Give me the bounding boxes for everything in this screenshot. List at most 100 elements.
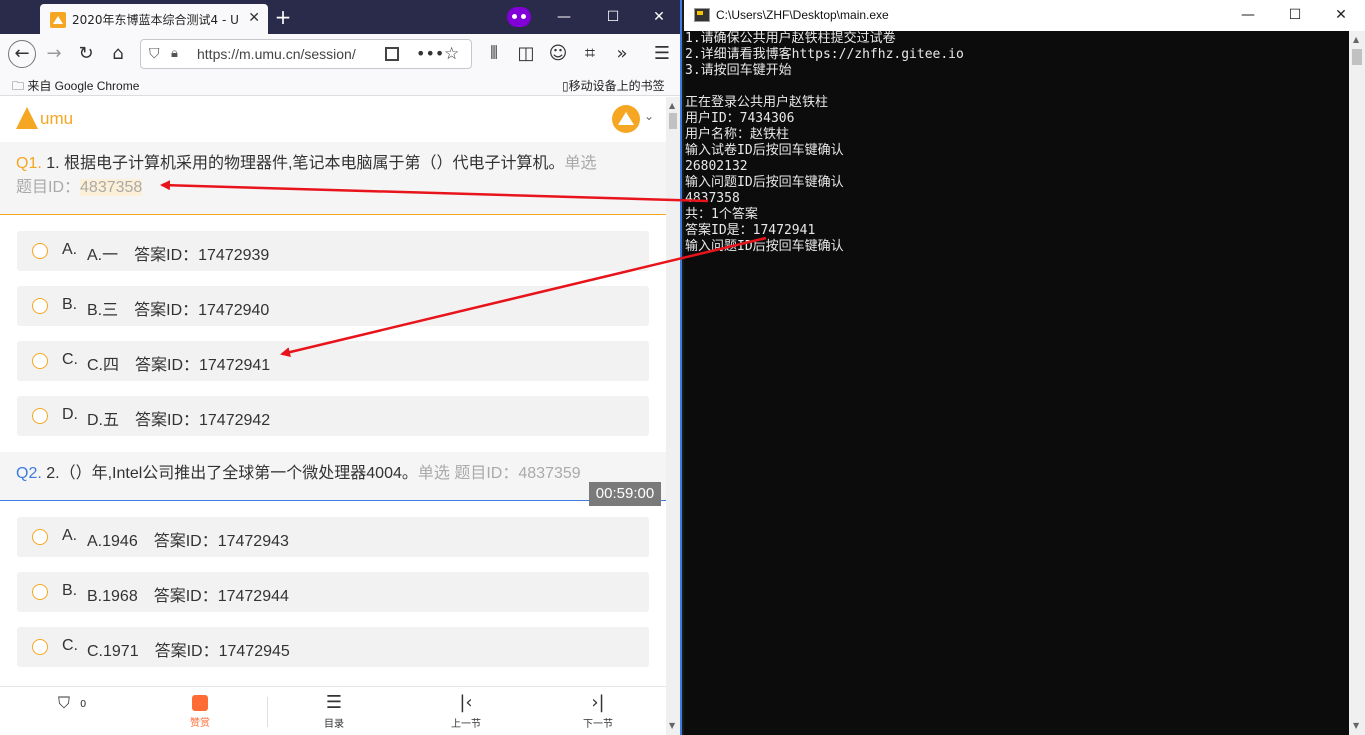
radio-button[interactable] xyxy=(32,243,48,259)
chevron-down-icon[interactable]: ⌄ xyxy=(644,109,654,123)
tab-strip: 2020年东博蓝本综合测试4 - U ✕ + — ☐ ✕ xyxy=(0,0,680,34)
shield-counter-button[interactable]: ⛉ 0 xyxy=(48,691,108,733)
option-letter: A. xyxy=(62,241,78,258)
scroll-down-icon[interactable]: ▼ xyxy=(669,721,675,730)
option-letter: A. xyxy=(62,527,78,544)
avatar[interactable] xyxy=(612,105,640,133)
answer-option[interactable]: A. A.1946 答案ID：17472943 xyxy=(17,517,649,557)
new-tab-button[interactable]: + xyxy=(272,6,294,28)
answer-option[interactable]: D. D.五 答案ID：17472942 xyxy=(17,396,649,436)
radio-button[interactable] xyxy=(32,639,48,655)
console-minimize-button[interactable]: — xyxy=(1238,5,1258,25)
console-title: C:\Users\ZHF\Desktop\main.exe xyxy=(716,8,889,22)
page-actions-icon[interactable]: ••• xyxy=(416,44,444,63)
option-letter: C. xyxy=(62,351,78,368)
browser-tab[interactable]: 2020年东博蓝本综合测试4 - U ✕ xyxy=(40,4,268,34)
browser-window: 2020年东博蓝本综合测试4 - U ✕ + — ☐ ✕ ← → ↻ ⌂ ⛉ 🔒… xyxy=(0,0,682,735)
countdown-timer: 00:59:00 xyxy=(589,482,661,506)
qr-code-icon[interactable] xyxy=(385,47,399,61)
skip-previous-icon: |‹ xyxy=(459,692,473,713)
scrollbar-thumb[interactable] xyxy=(669,113,677,129)
account-icon[interactable]: ☺ xyxy=(546,42,570,66)
maximize-button[interactable]: ☐ xyxy=(603,7,623,27)
console-maximize-button[interactable]: ☐ xyxy=(1285,5,1305,25)
url-text[interactable]: https://m.umu.cn/session/ xyxy=(197,46,377,62)
screenshot-icon[interactable]: ⌗ xyxy=(578,42,602,66)
umu-logo-text: umu xyxy=(40,109,74,128)
option-text: C.四 答案ID：17472941 xyxy=(87,357,271,374)
scrollbar-thumb[interactable] xyxy=(1352,49,1362,65)
close-window-button[interactable]: ✕ xyxy=(649,7,669,27)
reward-button[interactable]: 赞赏 xyxy=(170,691,230,733)
lock-icon[interactable]: 🔒︎ xyxy=(171,46,178,61)
close-tab-icon[interactable]: ✕ xyxy=(248,10,260,26)
tracking-shield-icon[interactable]: ⛉ xyxy=(149,46,160,62)
console-line: 答案ID是：17472941 xyxy=(685,223,816,238)
forward-arrow-icon[interactable]: → xyxy=(42,42,66,66)
overflow-chevron-icon[interactable]: » xyxy=(610,42,634,66)
library-icon[interactable]: ⫴ xyxy=(482,42,506,66)
answer-option[interactable]: B. B.三 答案ID：17472940 xyxy=(17,286,649,326)
question-number: Q1. xyxy=(16,155,42,172)
hamburger-menu-icon[interactable]: ☰ xyxy=(650,42,674,66)
answer-option[interactable]: C. C.四 答案ID：17472941 xyxy=(17,341,649,381)
question-id-label: 题目ID： xyxy=(16,179,81,196)
radio-button[interactable] xyxy=(32,584,48,600)
console-scrollbar[interactable]: ▲ ▼ xyxy=(1349,31,1365,735)
console-line: 3.请按回车键开始 xyxy=(685,63,792,78)
address-bar[interactable]: ⛉ 🔒︎ https://m.umu.cn/session/ ••• ☆ xyxy=(140,39,472,69)
catalog-label: 目录 xyxy=(324,719,344,730)
console-output[interactable]: 1.请确保公共用户赵铁柱提交过试卷 2.详细请看我博客https://zhfhz… xyxy=(684,31,1349,735)
option-letter: D. xyxy=(62,406,78,423)
console-app-icon xyxy=(694,8,710,22)
umu-header: umu ⌄ xyxy=(0,97,666,141)
console-line: 1.请确保公共用户赵铁柱提交过试卷 xyxy=(685,31,896,46)
back-arrow-icon[interactable]: ← xyxy=(8,40,36,68)
list-menu-icon: ☰ xyxy=(325,692,343,713)
console-line: 用户ID：7434306 xyxy=(685,111,795,126)
page-scrollbar[interactable]: ▲ ▼ xyxy=(666,97,680,735)
umu-favicon-icon xyxy=(50,12,66,28)
answer-option[interactable]: B. B.1968 答案ID：17472944 xyxy=(17,572,649,612)
previous-section-button[interactable]: |‹ 上一节 xyxy=(436,691,496,733)
bookmark-star-icon[interactable]: ☆ xyxy=(444,44,459,64)
console-line: 输入问题ID后按回车键确认 xyxy=(685,175,844,190)
console-line: 用户名称：赵铁柱 xyxy=(685,127,790,142)
option-letter: B. xyxy=(62,582,78,599)
console-line: 4837358 xyxy=(685,191,740,206)
console-line: 共：1个答案 xyxy=(685,207,758,222)
console-titlebar: C:\Users\ZHF\Desktop\main.exe — ☐ ✕ xyxy=(684,0,1365,31)
console-close-button[interactable]: ✕ xyxy=(1331,5,1351,25)
option-text: D.五 答案ID：17472942 xyxy=(87,412,271,429)
scroll-down-icon[interactable]: ▼ xyxy=(1353,721,1359,730)
option-text: B.1968 答案ID：17472944 xyxy=(87,588,289,605)
sidebar-icon[interactable]: ◫ xyxy=(514,42,538,66)
home-icon[interactable]: ⌂ xyxy=(106,42,130,66)
radio-button[interactable] xyxy=(32,353,48,369)
option-text: C.1971 答案ID：17472945 xyxy=(87,643,290,660)
umu-logo[interactable]: umu xyxy=(16,105,86,135)
scroll-up-icon[interactable]: ▲ xyxy=(1353,35,1359,44)
option-text: A.一 答案ID：17472939 xyxy=(87,247,270,264)
bookmark-folder-mobile[interactable]: ▯移动设备上的书签 xyxy=(562,77,665,94)
catalog-button[interactable]: ☰ 目录 xyxy=(304,691,364,733)
question-id-label: 题目ID： xyxy=(454,465,519,482)
scroll-up-icon[interactable]: ▲ xyxy=(669,101,675,110)
radio-button[interactable] xyxy=(32,298,48,314)
minimize-button[interactable]: — xyxy=(554,7,574,27)
console-window: C:\Users\ZHF\Desktop\main.exe — ☐ ✕ 1.请确… xyxy=(684,0,1365,735)
answer-option[interactable]: C. C.1971 答案ID：17472945 xyxy=(17,627,649,667)
radio-button[interactable] xyxy=(32,408,48,424)
radio-button[interactable] xyxy=(32,529,48,545)
next-section-button[interactable]: ›| 下一节 xyxy=(568,691,628,733)
skip-next-icon: ›| xyxy=(591,692,605,713)
question-number: Q2. xyxy=(16,465,42,482)
bookmark-folder-chrome[interactable]: 🗀 来自 Google Chrome xyxy=(12,77,139,98)
console-line: 26802132 xyxy=(685,159,748,174)
console-line: 正在登录公共用户赵铁柱 xyxy=(685,95,829,110)
tab-title: 2020年东博蓝本综合测试4 - U xyxy=(72,13,239,27)
reload-icon[interactable]: ↻ xyxy=(74,42,98,66)
divider xyxy=(267,697,268,727)
answer-option[interactable]: A. A.一 答案ID：17472939 xyxy=(17,231,649,271)
